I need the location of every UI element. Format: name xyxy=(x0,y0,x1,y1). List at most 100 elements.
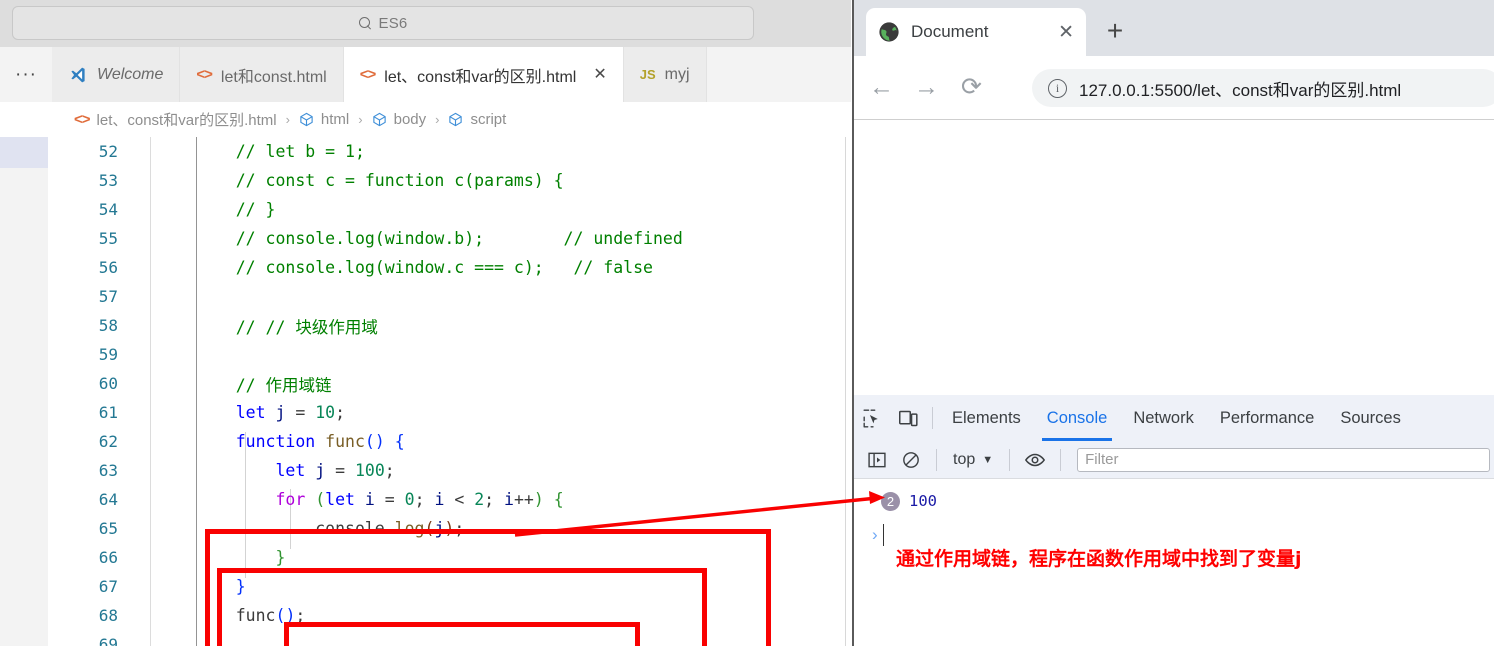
address-bar-url: 127.0.0.1:5500/let、const和var的区别.html xyxy=(1079,80,1402,100)
breadcrumb-item-html[interactable]: html xyxy=(321,111,349,128)
devtools-tab-network[interactable]: Network xyxy=(1120,395,1207,441)
code-line-text: // 作用域链 xyxy=(196,375,332,395)
line-number: 57 xyxy=(98,287,118,306)
code-line[interactable]: 53 // const c = function c(params) { xyxy=(0,166,851,195)
forward-icon[interactable]: → xyxy=(913,75,940,100)
code-line[interactable]: 62 function func() { xyxy=(0,427,851,456)
breadcrumb-item-script[interactable]: script xyxy=(470,111,506,128)
editor-tab-strip: ··· Welcome <> let和const.html <> let、con… xyxy=(0,47,851,102)
code-line[interactable]: 55 // console.log(window.b); // undefine… xyxy=(0,224,851,253)
line-number: 61 xyxy=(98,403,118,422)
screen-root: ES6 ··· Welcome <> let和const.html <> let… xyxy=(0,0,1494,646)
console-log-entry[interactable]: 2 100 xyxy=(854,488,1494,514)
code-line[interactable]: 54 // } xyxy=(0,195,851,224)
clear-console-icon[interactable] xyxy=(896,447,926,473)
symbol-cube-icon xyxy=(372,112,387,127)
line-number: 54 xyxy=(98,200,118,219)
tab-label: myj xyxy=(664,65,690,83)
line-number: 69 xyxy=(98,635,118,646)
tab-label: let、const和var的区别.html xyxy=(384,68,577,86)
code-line[interactable]: 67 } xyxy=(0,572,851,601)
tab-close-icon[interactable]: ✕ xyxy=(593,66,606,83)
code-line[interactable]: 64 for (let i = 0; i < 2; i++) { xyxy=(0,485,851,514)
new-tab-button[interactable]: + xyxy=(1100,16,1130,46)
code-line-text: for (let i = 0; i < 2; i++) { xyxy=(275,490,564,509)
line-number: 67 xyxy=(98,577,118,596)
console-context-selector[interactable]: top ▼ xyxy=(947,451,999,469)
code-line[interactable]: 66 } xyxy=(0,543,851,572)
log-value: 100 xyxy=(909,492,937,510)
devtools-tab-sources[interactable]: Sources xyxy=(1327,395,1414,441)
code-line[interactable]: 57 xyxy=(0,282,851,311)
tab-label: let和const.html xyxy=(220,68,327,86)
console-filter-input[interactable]: Filter xyxy=(1077,447,1490,472)
divider xyxy=(1009,448,1011,471)
reload-icon[interactable]: ⟳ xyxy=(958,75,985,100)
quick-open-text: ES6 xyxy=(378,14,408,32)
breadcrumb-separator: › xyxy=(358,112,363,127)
tab-myjs[interactable]: JS myj xyxy=(623,47,707,102)
symbol-cube-icon xyxy=(299,112,314,127)
breadcrumb-item-file[interactable]: let、const和var的区别.html xyxy=(97,109,277,130)
console-toolbar: top ▼ Filter xyxy=(854,441,1494,479)
line-number: 60 xyxy=(98,374,118,393)
line-number: 62 xyxy=(98,432,118,451)
text-caret xyxy=(882,524,884,546)
breadcrumb-separator: › xyxy=(435,112,440,127)
address-bar[interactable]: i 127.0.0.1:5500/let、const和var的区别.html xyxy=(1032,69,1494,107)
code-line[interactable]: 58 // // 块级作用域 xyxy=(0,311,851,340)
devtools-tab-bar: Elements Console Network Performance Sou… xyxy=(854,395,1494,441)
live-expression-icon[interactable] xyxy=(1020,447,1050,473)
devtools-tab-elements[interactable]: Elements xyxy=(939,395,1034,441)
code-line-text: } xyxy=(275,548,286,567)
html-file-icon: <> xyxy=(359,66,377,83)
code-line-text: // // 块级作用域 xyxy=(196,317,378,337)
devtools-tab-console[interactable]: Console xyxy=(1034,395,1121,441)
browser-tab-title: Document xyxy=(911,22,989,41)
devtools-tab-performance[interactable]: Performance xyxy=(1207,395,1327,441)
code-line[interactable]: 59 xyxy=(0,340,851,369)
code-line[interactable]: 60 // 作用域链 xyxy=(0,369,851,398)
code-line[interactable]: 65 console.log(j); xyxy=(0,514,851,543)
code-line-text: } xyxy=(235,577,246,596)
line-number: 66 xyxy=(98,548,118,567)
device-toolbar-icon[interactable] xyxy=(890,408,926,429)
browser-tab-document[interactable]: Document ✕ xyxy=(866,8,1086,56)
browser-tab-bar: Document ✕ + xyxy=(854,0,1494,56)
vscode-title-bar: ES6 xyxy=(0,0,851,47)
code-editor[interactable]: 52 // let b = 1; 53 // const c = function… xyxy=(0,137,851,646)
vscode-logo-icon xyxy=(68,66,88,84)
back-icon[interactable]: ← xyxy=(868,75,895,100)
close-icon[interactable]: ✕ xyxy=(1058,23,1074,42)
console-sidebar-icon[interactable] xyxy=(862,447,892,473)
code-line[interactable]: 52 // let b = 1; xyxy=(0,137,851,166)
tab-label: Welcome xyxy=(97,65,164,83)
code-line[interactable]: 69 xyxy=(0,630,851,646)
globe-icon xyxy=(878,21,900,43)
tabs-overflow-button[interactable]: ··· xyxy=(0,47,52,102)
code-line[interactable]: 68 func(); xyxy=(0,601,851,630)
page-viewport[interactable] xyxy=(854,119,1494,396)
console-output[interactable]: 2 100 › 通过作用域链，程序在函数作用域中找到了变量j xyxy=(854,480,1494,646)
search-icon xyxy=(358,16,372,30)
console-context-value: top xyxy=(953,450,976,468)
code-line-text: // console.log(window.b); // undefined xyxy=(196,229,683,248)
code-line-text: // } xyxy=(196,200,276,219)
log-repeat-count-badge: 2 xyxy=(881,491,900,511)
code-line[interactable]: 63 let j = 100; xyxy=(0,456,851,485)
tab-welcome[interactable]: Welcome xyxy=(52,47,181,102)
code-line-text: console.log(j); xyxy=(196,519,465,538)
inspect-element-icon[interactable] xyxy=(854,408,890,429)
code-lines: 52 // let b = 1; 53 // const c = function… xyxy=(0,137,851,646)
line-number: 52 xyxy=(98,142,118,161)
code-line-text: // let b = 1; xyxy=(196,142,365,161)
tab-let-const-html[interactable]: <> let和const.html xyxy=(180,47,344,102)
code-line[interactable]: 61 let j = 10; xyxy=(0,398,851,427)
info-circle-icon[interactable]: i xyxy=(1048,78,1067,98)
code-line[interactable]: 56 // console.log(window.c === c); // fa… xyxy=(0,253,851,282)
divider xyxy=(936,448,937,471)
breadcrumb-item-body[interactable]: body xyxy=(394,111,427,128)
chevron-right-icon: › xyxy=(872,525,878,544)
quick-open-input[interactable]: ES6 xyxy=(12,6,754,40)
tab-let-const-var-difference-html[interactable]: <> let、const和var的区别.html ✕ xyxy=(343,47,624,102)
